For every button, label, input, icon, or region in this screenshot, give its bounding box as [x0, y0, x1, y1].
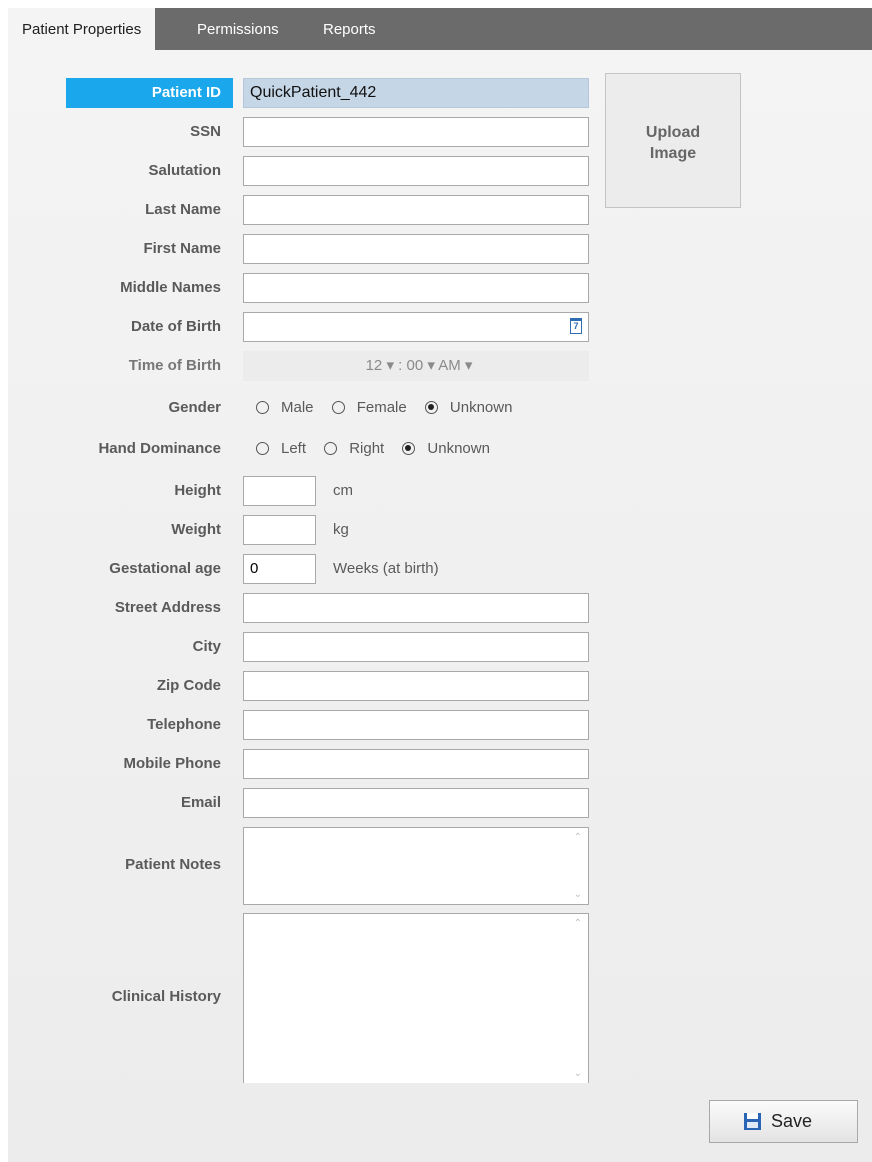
email-field[interactable] — [243, 788, 589, 818]
save-button-label: Save — [771, 1111, 813, 1131]
zip-code-field[interactable] — [243, 671, 589, 701]
tab-reports[interactable]: Reports — [309, 8, 390, 50]
hand-radio-group: Left Right Unknown — [256, 434, 504, 464]
tab-permissions[interactable]: Permissions — [183, 8, 293, 50]
ssn-label: SSN — [190, 123, 221, 140]
row-street-address: Street Address — [8, 593, 872, 623]
height-field[interactable] — [243, 476, 316, 506]
hand-right-radio[interactable] — [324, 442, 338, 455]
row-patient-id: Patient ID QuickPatient_442 — [8, 78, 872, 108]
clinical-history-textarea[interactable]: ⌃ ⌄ — [243, 913, 589, 1083]
weight-field[interactable] — [243, 515, 316, 545]
ssn-field[interactable] — [243, 117, 589, 147]
hand-left-radio[interactable] — [256, 442, 269, 455]
patient-properties-panel: Patient Properties Permissions Reports P… — [8, 8, 872, 1162]
gender-male-label: Male — [281, 399, 314, 416]
row-weight: Weight kg — [8, 515, 872, 545]
scroll-up-icon[interactable]: ⌃ — [574, 918, 582, 929]
hand-unknown-radio[interactable] — [402, 442, 416, 455]
telephone-label: Telephone — [147, 716, 221, 733]
hand-unknown-label: Unknown — [427, 440, 490, 457]
floppy-disk-icon — [744, 1113, 761, 1130]
row-gestational-age: Gestational age 0 Weeks (at birth) — [8, 554, 872, 584]
last-name-label: Last Name — [145, 201, 221, 218]
telephone-field[interactable] — [243, 710, 589, 740]
hand-right-label: Right — [349, 440, 385, 457]
gender-label: Gender — [168, 399, 221, 416]
mobile-phone-field[interactable] — [243, 749, 589, 779]
hand-left-label: Left — [281, 440, 307, 457]
street-address-field[interactable] — [243, 593, 589, 623]
hand-dominance-label: Hand Dominance — [98, 440, 221, 457]
calendar-icon[interactable]: 7 — [570, 318, 582, 334]
row-gender: Gender Male Female Unknown — [8, 393, 872, 423]
gender-unknown-label: Unknown — [449, 399, 513, 416]
salutation-label: Salutation — [148, 162, 221, 179]
gender-unknown-radio[interactable] — [424, 401, 438, 414]
time-of-birth-picker: 12 ▾ : 00 ▾ AM ▾ — [243, 351, 589, 381]
row-hand-dominance: Hand Dominance Left Right Unknown — [8, 434, 872, 464]
last-name-field[interactable] — [243, 195, 589, 225]
row-telephone: Telephone — [8, 710, 872, 740]
row-last-name: Last Name — [8, 195, 872, 225]
weight-unit: kg — [333, 521, 349, 538]
email-label: Email — [180, 794, 221, 811]
gender-radio-group: Male Female Unknown — [256, 393, 526, 423]
gender-male-radio[interactable] — [256, 401, 269, 414]
tab-patient-properties[interactable]: Patient Properties — [8, 8, 156, 50]
row-email: Email — [8, 788, 872, 818]
salutation-field[interactable] — [243, 156, 589, 186]
clinical-history-label: Clinical History — [111, 988, 221, 1005]
date-of-birth-label: Date of Birth — [131, 318, 221, 335]
street-address-label: Street Address — [114, 599, 221, 616]
scroll-down-icon[interactable]: ⌄ — [574, 889, 582, 900]
row-zip-code: Zip Code — [8, 671, 872, 701]
row-ssn: SSN — [8, 117, 872, 147]
scroll-up-icon[interactable]: ⌃ — [574, 832, 582, 843]
save-button[interactable]: Save — [709, 1100, 858, 1143]
row-time-of-birth: Time of Birth 12 ▾ : 00 ▾ AM ▾ — [8, 351, 872, 381]
city-field[interactable] — [243, 632, 589, 662]
city-label: City — [192, 638, 221, 655]
patient-notes-label: Patient Notes — [125, 856, 221, 873]
row-mobile-phone: Mobile Phone — [8, 749, 872, 779]
upload-image-button[interactable]: Upload Image — [605, 73, 741, 208]
middle-names-label: Middle Names — [120, 279, 221, 296]
date-of-birth-field[interactable]: 7 — [243, 312, 589, 342]
row-middle-names: Middle Names — [8, 273, 872, 303]
weight-label: Weight — [171, 521, 221, 538]
first-name-field[interactable] — [243, 234, 589, 264]
gestational-age-label: Gestational age — [109, 560, 221, 577]
first-name-label: First Name — [143, 240, 221, 257]
patient-notes-textarea[interactable]: ⌃ ⌄ — [243, 827, 589, 905]
row-salutation: Salutation — [8, 156, 872, 186]
row-height: Height cm — [8, 476, 872, 506]
height-unit: cm — [333, 482, 353, 499]
gestational-age-field[interactable]: 0 — [243, 554, 316, 584]
patient-id-field[interactable]: QuickPatient_442 — [243, 78, 589, 108]
row-city: City — [8, 632, 872, 662]
time-of-birth-label: Time of Birth — [128, 357, 221, 374]
tab-bar: Patient Properties Permissions Reports — [8, 8, 872, 50]
patient-id-label: Patient ID — [66, 78, 233, 108]
middle-names-field[interactable] — [243, 273, 589, 303]
gender-female-radio[interactable] — [331, 401, 345, 414]
gender-female-label: Female — [356, 399, 407, 416]
zip-code-label: Zip Code — [156, 677, 221, 694]
height-label: Height — [174, 482, 221, 499]
row-date-of-birth: Date of Birth 7 — [8, 312, 872, 342]
mobile-phone-label: Mobile Phone — [123, 755, 222, 772]
row-first-name: First Name — [8, 234, 872, 264]
scroll-down-icon[interactable]: ⌄ — [574, 1068, 582, 1079]
gestational-age-unit: Weeks (at birth) — [333, 560, 439, 577]
